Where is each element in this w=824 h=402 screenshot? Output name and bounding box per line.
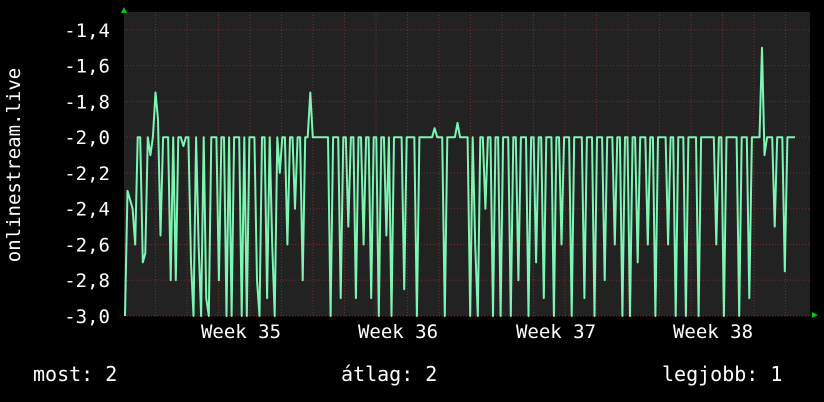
current-value: most: 2 (33, 362, 118, 386)
y-tick-label: -3,0 (64, 306, 110, 328)
y-tick-label: -2,2 (64, 163, 110, 185)
line-chart: -1,4 -1,6 -1,8 -2,0 -2,2 -2,4 -2,6 -2,8 -3,0 Week… (64, 7, 818, 343)
y-tick-label: -2,6 (64, 234, 110, 256)
y-tick-label: -2,0 (64, 127, 110, 149)
x-tick-label: Week 38 (673, 321, 753, 343)
y-tick-label: -2,4 (64, 199, 110, 221)
y-tick-label: -1,6 (64, 56, 110, 78)
best-value: legjobb: 1 (662, 362, 783, 386)
y-tick-label: -1,8 (64, 91, 110, 113)
x-axis-arrow (812, 312, 818, 318)
chart-container: -1,4 -1,6 -1,8 -2,0 -2,2 -2,4 -2,6 -2,8 -3,0 Week… (0, 0, 824, 402)
x-tick-label: Week 36 (358, 321, 438, 343)
y-tick-label: -2,8 (64, 270, 110, 292)
x-tick-label: Week 37 (516, 321, 596, 343)
y-tick-label: -1,4 (64, 20, 110, 42)
y-axis-label: onlinestream.live (3, 67, 25, 263)
average-value: átlag: 2 (341, 362, 438, 386)
x-tick-label: Week 35 (201, 321, 281, 343)
y-axis-arrow (121, 7, 127, 13)
